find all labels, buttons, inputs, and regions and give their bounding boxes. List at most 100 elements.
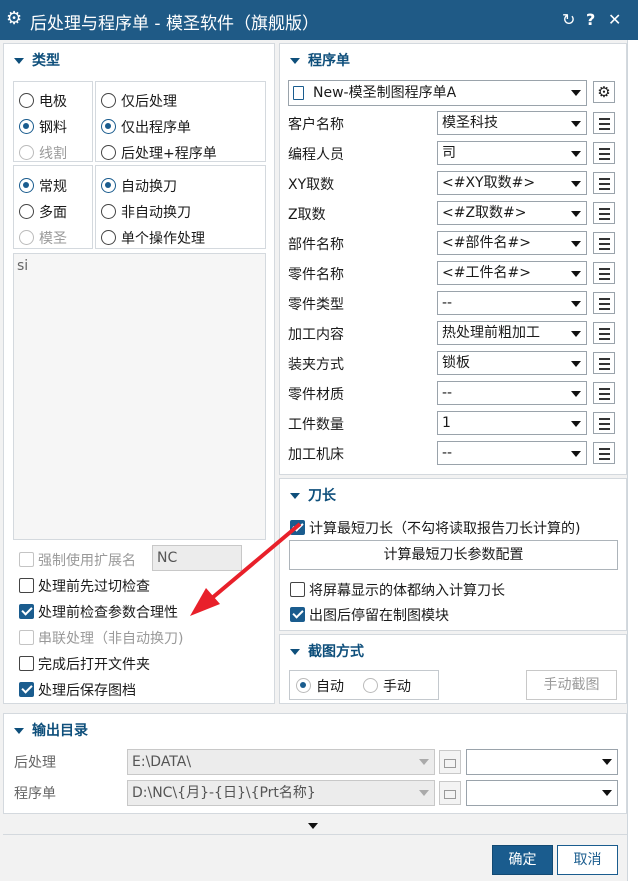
cancel-button[interactable]: 取消 [557, 845, 618, 875]
option-check[interactable] [19, 604, 34, 619]
field-list-button[interactable] [593, 262, 615, 284]
type-panel-header[interactable]: 类型 [14, 50, 60, 70]
process-mode-radio[interactable]: 仅后处理 [101, 91, 177, 111]
material-radio-dot[interactable] [19, 93, 34, 108]
calc-shortest-check[interactable] [290, 520, 305, 535]
material-radio[interactable]: 电极 [19, 91, 67, 111]
screenshot-header[interactable]: 截图方式 [290, 641, 364, 661]
auto-radio-dot[interactable] [296, 678, 311, 693]
option-check[interactable] [19, 630, 34, 645]
process-mode-radio-dot[interactable] [101, 119, 116, 134]
process-mode-radio[interactable]: 后处理+程序单 [101, 143, 217, 163]
field-list-button[interactable] [593, 322, 615, 344]
option-checkbox[interactable]: 处理后保存图档 [19, 680, 136, 700]
list-icon-line [599, 278, 610, 280]
list-icon-line [599, 238, 610, 240]
field-list-button[interactable] [593, 352, 615, 374]
browse-folder-button[interactable] [439, 781, 461, 805]
field-list-button[interactable] [593, 382, 615, 404]
shortest-config-button[interactable]: 计算最短刀长参数配置 [289, 540, 618, 570]
output-extension-select[interactable] [466, 749, 618, 775]
option-checkbox[interactable]: 完成后打开文件夹 [19, 654, 150, 674]
process-mode-radio-dot[interactable] [101, 145, 116, 160]
auto-radio[interactable]: 自动 [296, 676, 344, 696]
field-select[interactable]: <#Z取数#> [437, 201, 587, 225]
tool-length-header[interactable]: 刀长 [290, 485, 336, 505]
field-select[interactable]: 热处理前粗加工 [437, 321, 587, 345]
machining-radio-dot[interactable] [19, 204, 34, 219]
calc-shortest-checkbox[interactable]: 计算最短刀长（不勾将读取报告刀长计算的) [290, 518, 580, 538]
field-list-button[interactable] [593, 202, 615, 224]
program-sheet-header[interactable]: 程序单 [290, 50, 350, 70]
field-list-button[interactable] [593, 142, 615, 164]
field-select[interactable]: <#部件名#> [437, 231, 587, 255]
field-select[interactable]: -- [437, 291, 587, 315]
operation-list[interactable]: si [13, 253, 266, 540]
machining-radio[interactable]: 常规 [19, 176, 67, 196]
machining-radio-dot[interactable] [19, 178, 34, 193]
chevron-down-icon [571, 301, 581, 307]
option-check[interactable] [19, 682, 34, 697]
material-radio[interactable]: 钢料 [19, 117, 67, 137]
manual-radio-dot[interactable] [363, 678, 378, 693]
force-extension-checkbox[interactable]: 强制使用扩展名 [19, 550, 136, 570]
field-select[interactable]: -- [437, 381, 587, 405]
refresh-icon[interactable]: ↻ [562, 10, 575, 29]
field-select[interactable]: -- [437, 441, 587, 465]
output-extension-select[interactable] [466, 780, 618, 806]
field-select[interactable]: <#XY取数#> [437, 171, 587, 195]
machining-radio[interactable]: 多面 [19, 202, 67, 222]
field-list-button[interactable] [593, 412, 615, 434]
tool-change-radio-dot[interactable] [101, 178, 116, 193]
option-check[interactable] [19, 656, 34, 671]
process-mode-radio-dot[interactable] [101, 93, 116, 108]
field-select[interactable]: 锁板 [437, 351, 587, 375]
tool-change-radio[interactable]: 自动换刀 [101, 176, 177, 196]
field-value: 1 [442, 415, 451, 431]
field-select[interactable]: 1 [437, 411, 587, 435]
field-list-button[interactable] [593, 232, 615, 254]
process-mode-radio[interactable]: 仅出程序单 [101, 117, 191, 137]
machining-radio-dot[interactable] [19, 230, 34, 245]
include-screen-checkbox[interactable]: 将屏幕显示的体都纳入计算刀长 [290, 580, 505, 600]
option-checkbox[interactable]: 处理前先过切检查 [19, 576, 150, 596]
tool-change-radio-dot[interactable] [101, 230, 116, 245]
manual-screenshot-button[interactable]: 手动截图 [526, 670, 617, 700]
browse-folder-button[interactable] [439, 750, 461, 774]
gear-icon[interactable]: ⚙ [6, 8, 22, 29]
field-select[interactable]: 模圣科技 [437, 111, 587, 135]
field-value: <#Z取数#> [442, 205, 527, 221]
field-select[interactable]: <#工件名#> [437, 261, 587, 285]
extension-input[interactable]: NC [152, 545, 242, 571]
field-list-button[interactable] [593, 292, 615, 314]
output-dir-header[interactable]: 输出目录 [14, 720, 88, 740]
list-item[interactable]: si [17, 258, 28, 274]
material-radio-dot[interactable] [19, 145, 34, 160]
ok-button[interactable]: 确定 [492, 845, 553, 875]
include-screen-check[interactable] [290, 582, 305, 597]
close-button[interactable]: ✕ [608, 10, 621, 29]
output-path-select[interactable]: D:\NC\{月}-{日}\{Prt名称} [127, 780, 435, 806]
option-check[interactable] [19, 578, 34, 593]
expand-arrow-icon[interactable] [308, 823, 318, 829]
option-checkbox[interactable]: 处理前检查参数合理性 [19, 602, 178, 622]
field-list-button[interactable] [593, 112, 615, 134]
field-select[interactable]: 司 [437, 141, 587, 165]
tool-change-radio-dot[interactable] [101, 204, 116, 219]
field-list-button[interactable] [593, 442, 615, 464]
stay-module-checkbox[interactable]: 出图后停留在制图模块 [290, 605, 449, 625]
stay-module-check[interactable] [290, 607, 305, 622]
tool-change-radio[interactable]: 单个操作处理 [101, 228, 205, 248]
field-list-button[interactable] [593, 172, 615, 194]
material-radio[interactable]: 线割 [19, 143, 67, 163]
tool-change-radio[interactable]: 非自动换刀 [101, 202, 191, 222]
output-path-select[interactable]: E:\DATA\ [127, 749, 435, 775]
manual-radio[interactable]: 手动 [363, 676, 411, 696]
template-select[interactable]: New-模圣制图程序单A [288, 80, 587, 106]
help-button[interactable]: ? [586, 10, 595, 29]
template-settings-button[interactable]: ⚙ [593, 81, 615, 103]
material-radio-dot[interactable] [19, 119, 34, 134]
option-checkbox[interactable]: 串联处理（非自动换刀) [19, 628, 183, 648]
machining-radio[interactable]: 模圣 [19, 228, 67, 248]
force-extension-check[interactable] [19, 552, 34, 567]
